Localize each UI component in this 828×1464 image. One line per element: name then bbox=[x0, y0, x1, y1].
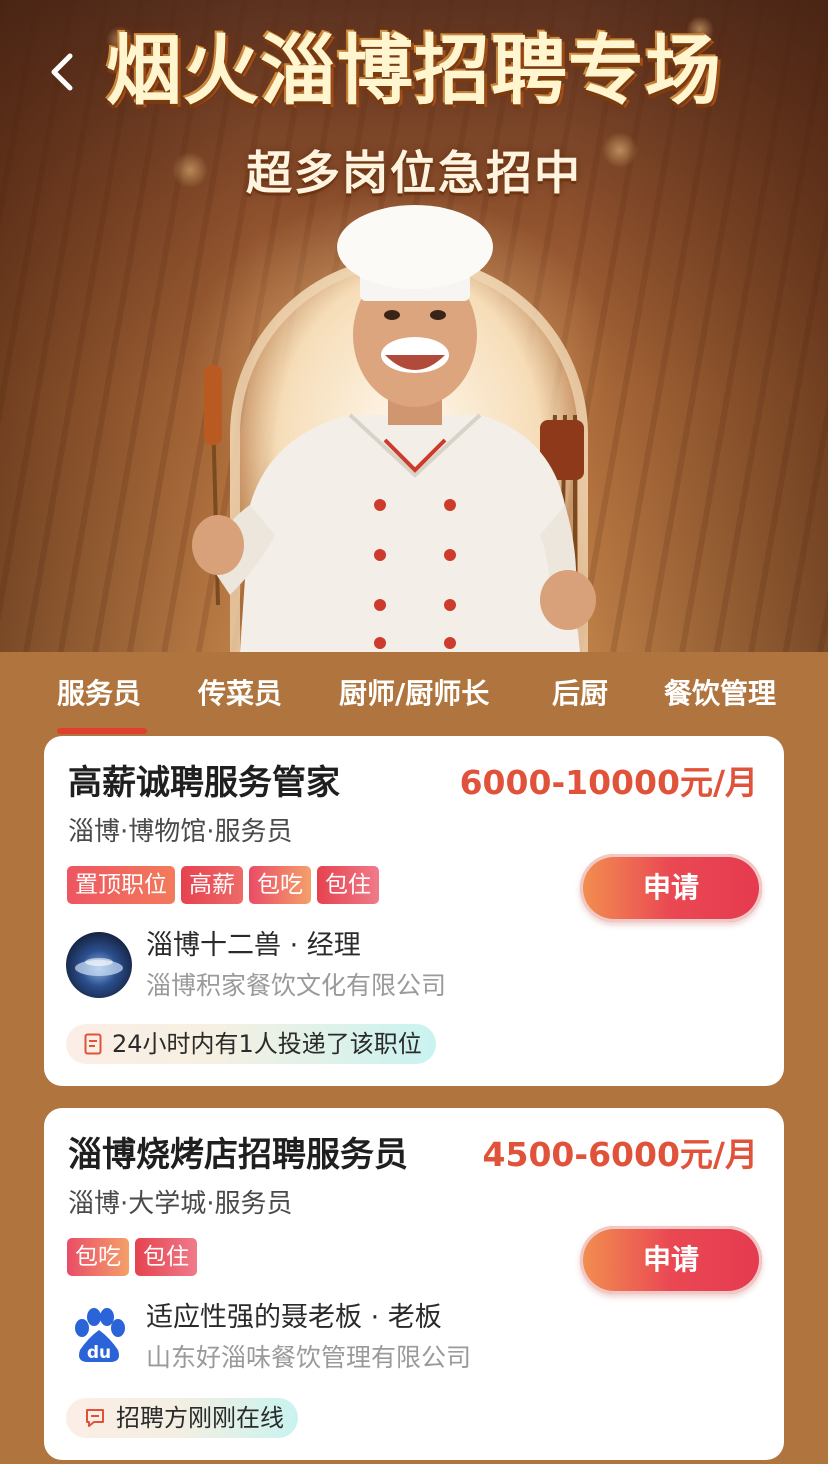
apply-button[interactable]: 申请 bbox=[580, 1226, 762, 1294]
hero-subtitle: 超多岗位急招中 bbox=[246, 146, 582, 200]
category-tabs: 服务员 传菜员 厨师/厨师长 后厨 餐饮管理 bbox=[0, 652, 828, 736]
job-salary: 4500-6000元/月 bbox=[482, 1135, 758, 1174]
activity-text: 24小时内有1人投递了该职位 bbox=[112, 1030, 422, 1058]
document-icon bbox=[84, 1033, 102, 1055]
tab-kitchen[interactable]: 后厨 bbox=[552, 670, 608, 718]
recruiter-avatar bbox=[66, 932, 132, 998]
company-name: 山东好淄味餐饮管理有限公司 bbox=[146, 1343, 472, 1372]
job-tag: 包吃 bbox=[67, 1238, 129, 1276]
activity-badge: 24小时内有1人投递了该职位 bbox=[66, 1024, 436, 1064]
activity-badge: 招聘方刚刚在线 bbox=[66, 1398, 298, 1438]
job-tag: 置顶职位 bbox=[67, 866, 175, 904]
job-tag: 包住 bbox=[135, 1238, 197, 1276]
chat-bubble-icon bbox=[86, 1409, 104, 1427]
job-tags: 置顶职位 高薪 包吃 包住 bbox=[67, 866, 379, 904]
job-tag: 包吃 bbox=[249, 866, 311, 904]
apply-button[interactable]: 申请 bbox=[580, 854, 762, 922]
recruiter-avatar: du bbox=[66, 1304, 132, 1370]
job-tag: 包住 bbox=[317, 866, 379, 904]
active-tab-indicator bbox=[57, 728, 147, 734]
restaurant-photo-avatar bbox=[66, 932, 132, 998]
job-location: 淄博·博物馆·服务员 bbox=[68, 817, 293, 847]
job-card[interactable]: 淄博烧烤店招聘服务员 4500-6000元/月 淄博·大学城·服务员 包吃 包住… bbox=[44, 1108, 784, 1460]
chef-illustration bbox=[192, 205, 596, 652]
recruiter-name: 淄博十二兽 · 经理 bbox=[146, 930, 361, 961]
tab-catering-management[interactable]: 餐饮管理 bbox=[664, 670, 776, 718]
job-tags: 包吃 包住 bbox=[67, 1238, 197, 1276]
baidu-paw-logo: du bbox=[75, 1308, 125, 1363]
tab-food-runner[interactable]: 传菜员 bbox=[198, 670, 282, 718]
job-card[interactable]: 高薪诚聘服务管家 6000-10000元/月 淄博·博物馆·服务员 置顶职位 高… bbox=[44, 736, 784, 1086]
job-tag: 高薪 bbox=[181, 866, 243, 904]
job-salary: 6000-10000元/月 bbox=[459, 763, 758, 802]
company-name: 淄博积家餐饮文化有限公司 bbox=[146, 971, 447, 1000]
job-location: 淄博·大学城·服务员 bbox=[68, 1189, 293, 1219]
baidu-logo-text: du bbox=[87, 1343, 111, 1363]
recruiter-name: 适应性强的聂老板 · 老板 bbox=[146, 1302, 442, 1333]
hero-title: 烟火淄博招聘专场 bbox=[106, 26, 722, 115]
job-title: 淄博烧烤店招聘服务员 bbox=[68, 1135, 408, 1175]
tab-chef[interactable]: 厨师/厨师长 bbox=[339, 670, 489, 718]
hero-banner: 烟火淄博招聘专场 超多岗位急招中 bbox=[0, 0, 828, 652]
job-title: 高薪诚聘服务管家 bbox=[68, 763, 340, 803]
activity-text: 招聘方刚刚在线 bbox=[116, 1404, 284, 1432]
tab-waiter[interactable]: 服务员 bbox=[57, 670, 141, 718]
